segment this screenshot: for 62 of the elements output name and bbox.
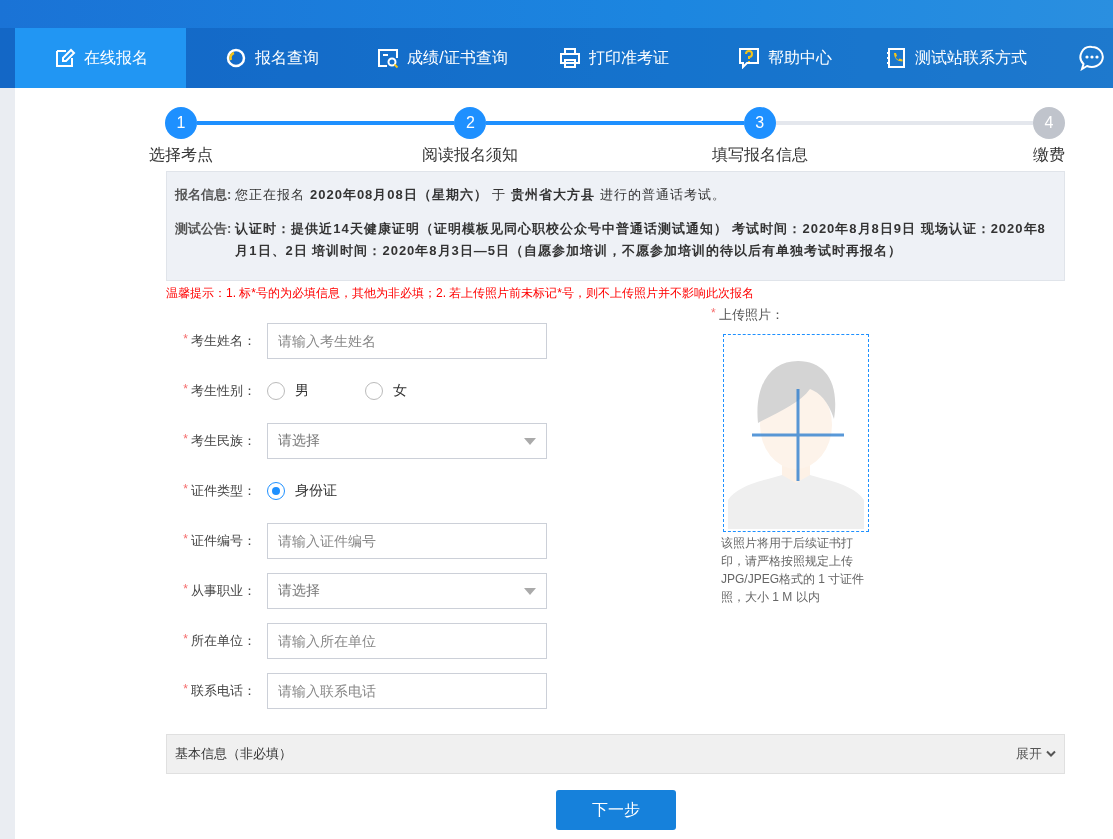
nav-tab[interactable]: 测试站联系方式 [870, 28, 1041, 88]
notice-label: 报名信息: [175, 186, 232, 204]
field-label: 考生姓名： [191, 332, 256, 350]
search-icon [224, 47, 247, 69]
required-asterisk: * [183, 682, 188, 698]
required-asterisk: * [183, 632, 188, 648]
step-label: 选择考点 [149, 145, 213, 165]
required-asterisk: * [183, 482, 188, 498]
required-asterisk: * [183, 582, 188, 598]
step-label: 阅读报名须知 [422, 145, 519, 165]
step-number: 1 [165, 107, 197, 139]
required-asterisk: * [183, 332, 188, 348]
phone-book-icon [884, 47, 907, 69]
step-label: 填写报名信息 [711, 145, 808, 165]
step-number: 4 [1033, 107, 1065, 139]
field-label: 证件类型： [191, 482, 256, 500]
field-label: 证件编号： [191, 532, 256, 550]
field-label: 考生民族： [191, 432, 256, 450]
field-label: 上传照片： [718, 306, 784, 324]
step-number: 2 [454, 107, 487, 139]
field-label: 考生性别： [191, 382, 256, 400]
document-search-icon [377, 47, 400, 69]
notice-text: 您正在报名 2020年08月08日（星期六） 于 贵州省大方县 进行的普通话考试。 [235, 186, 726, 204]
photo-upload-area[interactable] [723, 334, 869, 532]
required-asterisk: * [711, 306, 716, 322]
plus-icon [752, 389, 844, 481]
chat-icon[interactable] [1079, 45, 1105, 71]
field-label: 从事职业： [191, 582, 256, 600]
photo-caption: 该照片将用于后续证书打印，请严格按照规定上传JPG/JPEG格式的 1 寸证件照，大小 1 M 以内 [721, 535, 866, 606]
radio-option[interactable]: 男 [267, 382, 309, 400]
required-asterisk: * [183, 432, 188, 448]
printer-icon [558, 47, 581, 69]
tip-text: 温馨提示：1. 标*号的为必填信息，其他为非必填；2. 若上传照片前未标记*号，则不上传照片并不影响此次报名 [166, 285, 756, 302]
caret-icon [524, 437, 536, 445]
text-input-field[interactable]: 请输入所在单位 [267, 623, 547, 659]
nav-tab[interactable]: 成绩/证书查询 [357, 28, 528, 88]
field-label: 所在单位： [191, 632, 256, 650]
text-input-field[interactable]: 请输入证件编号 [267, 523, 547, 559]
help-icon [737, 47, 760, 69]
next-step-button[interactable]: 下一步 [555, 790, 676, 830]
required-asterisk: * [183, 532, 188, 548]
nav-tab[interactable]: 在线报名 [15, 28, 186, 88]
nav-tab[interactable]: 打印准考证 [528, 28, 699, 88]
step-number: 3 [743, 107, 776, 139]
nav-tab[interactable]: 报名查询 [186, 28, 357, 88]
expand-toggle[interactable]: 展开 [1016, 745, 1056, 763]
text-input-field[interactable]: 请输入联系电话 [267, 673, 547, 709]
notice-text: 认证时：提供近14天健康证明（证明模板见同心职校公众号中普通话测试通知） 考试时间：2020年8月8日9日 现场认证：2020年8月1日、2日 培训时间：2020年8月3日—5日（自愿参加培训，不愿参加培训的待以后有单独考试时再报名） [235, 220, 1047, 260]
radio-option[interactable]: 身份证 [267, 482, 337, 500]
field-label: 联系电话： [191, 682, 256, 700]
caret-icon [524, 587, 536, 595]
dropdown-field[interactable]: 请选择 [267, 573, 547, 609]
collapsible-section-header[interactable]: 基本信息（非必填） 展开 [166, 734, 1065, 774]
radio-option[interactable]: 女 [365, 382, 407, 400]
section-title: 基本信息（非必填） [175, 745, 292, 763]
edit-icon [53, 47, 76, 69]
required-asterisk: * [183, 382, 188, 398]
step-label: 缴费 [1033, 145, 1065, 165]
dropdown-field[interactable]: 请选择 [267, 423, 547, 459]
notice-label: 测试公告: [175, 220, 232, 238]
text-input-field[interactable]: 请输入考生姓名 [267, 323, 547, 359]
nav-tab[interactable]: 帮助中心 [699, 28, 870, 88]
